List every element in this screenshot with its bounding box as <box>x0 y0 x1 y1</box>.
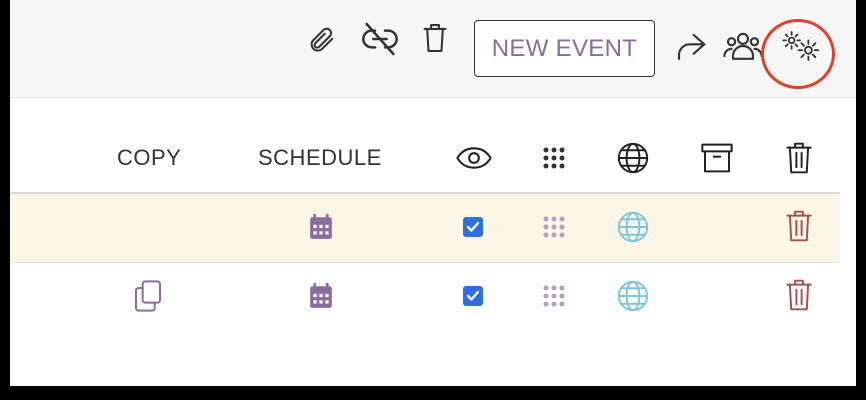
dots-grid-icon[interactable] <box>540 213 568 241</box>
globe-icon[interactable] <box>615 209 651 245</box>
table-row <box>10 263 840 331</box>
trash-icon <box>784 140 814 176</box>
checkbox-checked[interactable] <box>463 286 483 306</box>
new-event-button[interactable]: NEW EVENT <box>474 20 655 77</box>
archive-icon <box>700 142 734 174</box>
copy-icon[interactable] <box>132 279 164 313</box>
dots-grid-icon <box>540 144 568 172</box>
table-header: COPY SCHEDULE <box>10 120 840 194</box>
dots-grid-icon[interactable] <box>540 282 568 310</box>
app-frame: NEW EVENT COPY SCHEDULE <box>10 0 856 386</box>
column-header-copy[interactable]: COPY <box>117 145 181 171</box>
column-header-schedule[interactable]: SCHEDULE <box>258 145 382 171</box>
settings-highlight-circle <box>761 19 835 89</box>
eye-icon <box>456 140 492 176</box>
globe-icon <box>615 140 651 176</box>
visible-checkbox[interactable] <box>460 283 486 309</box>
visible-checkbox[interactable] <box>460 214 486 240</box>
delete-trash-icon[interactable] <box>784 277 814 313</box>
trash-icon[interactable] <box>420 20 450 56</box>
schedule-calendar-icon[interactable] <box>307 282 335 310</box>
schedule-calendar-icon[interactable] <box>307 213 335 241</box>
table-row <box>10 194 840 263</box>
checkbox-checked[interactable] <box>463 217 483 237</box>
paperclip-icon[interactable] <box>304 22 338 58</box>
toolbar: NEW EVENT <box>10 0 856 98</box>
globe-icon[interactable] <box>615 278 651 314</box>
unlink-icon[interactable] <box>358 20 402 58</box>
delete-trash-icon[interactable] <box>784 208 814 244</box>
users-icon[interactable] <box>722 28 764 64</box>
share-icon[interactable] <box>674 30 708 64</box>
